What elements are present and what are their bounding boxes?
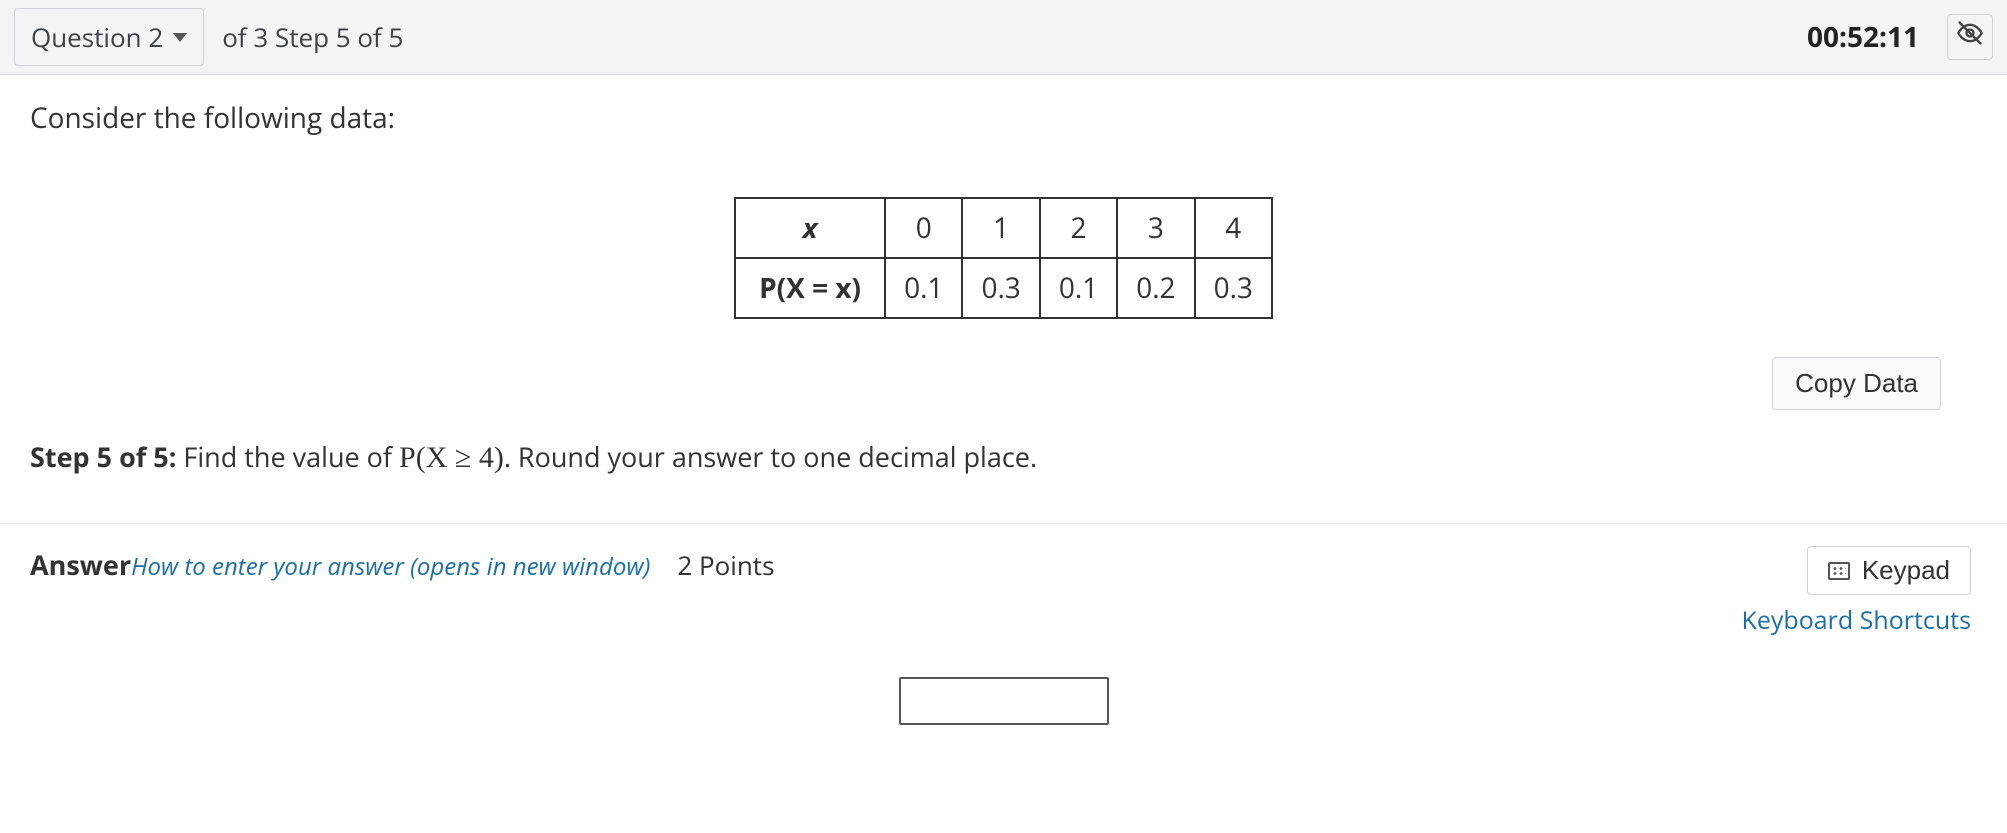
cell: 2 <box>1040 198 1117 258</box>
page-root: Question 2 of 3 Step 5 of 5 00:52:11 Con… <box>0 0 2007 745</box>
cell: 0.2 <box>1117 258 1194 318</box>
eye-slash-icon <box>1956 19 1984 55</box>
top-bar: Question 2 of 3 Step 5 of 5 00:52:11 <box>0 0 2007 75</box>
prompt-text: Consider the following data: <box>30 99 1977 137</box>
cell: 0.1 <box>885 258 962 318</box>
copy-data-button[interactable]: Copy Data <box>1772 357 1941 410</box>
row-header-x: x <box>735 198 885 258</box>
step-text-pre: Find the value of <box>176 438 399 475</box>
step-math: P(X ≥ 4) <box>399 441 504 474</box>
answer-bar: AnswerHow to enter your answer (opens in… <box>0 524 2007 637</box>
table-row: P(X = x) 0.1 0.3 0.1 0.2 0.3 <box>735 258 1272 318</box>
answer-right: Keypad Keyboard Shortcuts <box>1742 546 1971 637</box>
step-instruction: Step 5 of 5: Find the value of P(X ≥ 4).… <box>0 410 2007 515</box>
keypad-button[interactable]: Keypad <box>1807 546 1971 595</box>
step-label: Step 5 of 5: <box>30 438 176 475</box>
row-header-px: P(X = x) <box>735 258 885 318</box>
cell: 4 <box>1195 198 1272 258</box>
points-label: 2 Points <box>677 547 774 583</box>
question-content: Consider the following data: x 0 1 2 3 4… <box>0 75 2007 410</box>
toggle-visibility-button[interactable] <box>1947 14 1993 60</box>
answer-input-row <box>0 637 2007 745</box>
cell: 0.1 <box>1040 258 1117 318</box>
data-table-wrap: x 0 1 2 3 4 P(X = x) 0.1 0.3 0.1 0.2 0.3 <box>30 197 1977 319</box>
question-selector-label: Question 2 <box>31 19 163 55</box>
answer-help-link[interactable]: How to enter your answer (opens in new w… <box>131 550 650 583</box>
chevron-down-icon <box>173 33 187 42</box>
cell: 0.3 <box>962 258 1039 318</box>
data-table: x 0 1 2 3 4 P(X = x) 0.1 0.3 0.1 0.2 0.3 <box>734 197 1273 319</box>
keypad-icon <box>1828 562 1850 580</box>
copy-data-row: Copy Data <box>30 319 1977 410</box>
cell: 3 <box>1117 198 1194 258</box>
cell: 0 <box>885 198 962 258</box>
answer-input[interactable] <box>899 677 1109 725</box>
question-selector[interactable]: Question 2 <box>14 8 204 66</box>
answer-left: AnswerHow to enter your answer (opens in… <box>30 546 774 583</box>
keypad-label: Keypad <box>1862 555 1950 586</box>
timer: 00:52:11 <box>1807 18 1919 56</box>
step-text-post: . Round your answer to one decimal place… <box>504 438 1037 475</box>
step-indicator: of 3 Step 5 of 5 <box>222 19 403 55</box>
table-row: x 0 1 2 3 4 <box>735 198 1272 258</box>
answer-label: Answer <box>30 546 131 583</box>
cell: 1 <box>962 198 1039 258</box>
cell: 0.3 <box>1195 258 1272 318</box>
keyboard-shortcuts-link[interactable]: Keyboard Shortcuts <box>1742 603 1971 637</box>
